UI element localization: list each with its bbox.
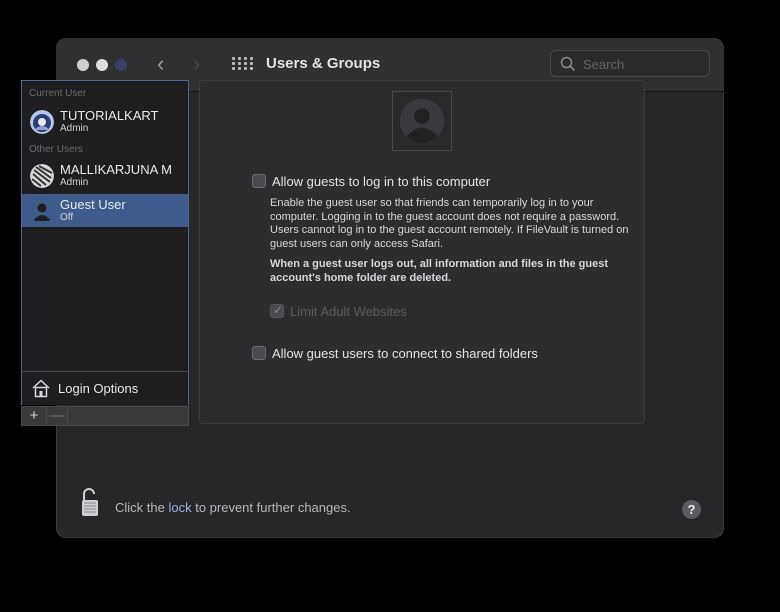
user-name: TUTORIALKART — [60, 108, 159, 123]
show-all-grid-icon[interactable] — [232, 57, 253, 71]
user-avatar — [30, 110, 54, 134]
house-icon — [32, 379, 50, 398]
guest-profile-picture — [392, 91, 452, 151]
limit-adult-websites-checkbox[interactable]: ✓ — [270, 303, 284, 318]
user-name: Guest User — [60, 197, 126, 212]
user-avatar — [30, 164, 54, 188]
shared-folders-checkbox[interactable] — [252, 346, 266, 360]
guest-settings-panel: Allow guests to log in to this computer … — [199, 80, 645, 424]
user-role: Admin — [60, 177, 89, 188]
lock-text-prefix: Click the — [115, 500, 169, 515]
allow-guests-login-checkbox[interactable] — [252, 174, 266, 188]
unlocked-padlock-icon[interactable] — [80, 486, 100, 518]
limit-adult-websites-label: Limit Adult Websites — [290, 304, 407, 319]
add-remove-bar: + — — [21, 406, 189, 426]
other-users-section-label: Other Users — [29, 144, 83, 155]
login-options-button[interactable]: Login Options — [21, 372, 189, 405]
remove-user-button[interactable]: — — [46, 407, 68, 425]
guest-description-text: Enable the guest user so that friends ca… — [270, 197, 629, 250]
user-row-guest[interactable]: Guest User Off — [22, 194, 188, 227]
user-role: Off — [60, 212, 74, 223]
lock-text-suffix: to prevent further changes. — [191, 500, 351, 515]
search-input[interactable] — [581, 54, 705, 75]
zoom-window-button[interactable] — [115, 59, 127, 71]
minimize-window-button[interactable] — [96, 59, 108, 71]
back-arrow-icon[interactable]: ‹ — [157, 52, 164, 76]
current-user-section-label: Current User — [29, 88, 87, 99]
window-title: Users & Groups — [266, 55, 381, 72]
lock-link[interactable]: lock — [168, 500, 191, 515]
users-list: Current User TUTORIALKART Admin Other Us… — [21, 80, 189, 372]
user-row-tutorialkart[interactable]: TUTORIALKART Admin — [22, 105, 188, 138]
user-row-mallikarjuna[interactable]: MALLIKARJUNA M Admin — [22, 159, 188, 192]
shared-folders-label: Allow guest users to connect to shared f… — [272, 346, 538, 361]
close-window-button[interactable] — [77, 59, 89, 71]
guest-avatar-icon — [30, 199, 54, 223]
user-name: MALLIKARJUNA M — [60, 162, 172, 177]
allow-guests-login-label: Allow guests to log in to this computer — [272, 174, 491, 189]
user-role: Admin — [60, 123, 89, 134]
search-icon — [560, 56, 576, 72]
checkmark-icon: ✓ — [273, 303, 284, 317]
forward-arrow-icon[interactable]: › — [193, 52, 200, 76]
add-user-button[interactable]: + — [24, 407, 44, 425]
help-button[interactable]: ? — [682, 500, 701, 519]
search-field[interactable] — [550, 50, 710, 77]
guest-warning-text: When a guest user logs out, all informat… — [270, 258, 608, 284]
lock-message: Click the lock to prevent further change… — [115, 500, 351, 515]
login-options-label: Login Options — [58, 381, 139, 396]
